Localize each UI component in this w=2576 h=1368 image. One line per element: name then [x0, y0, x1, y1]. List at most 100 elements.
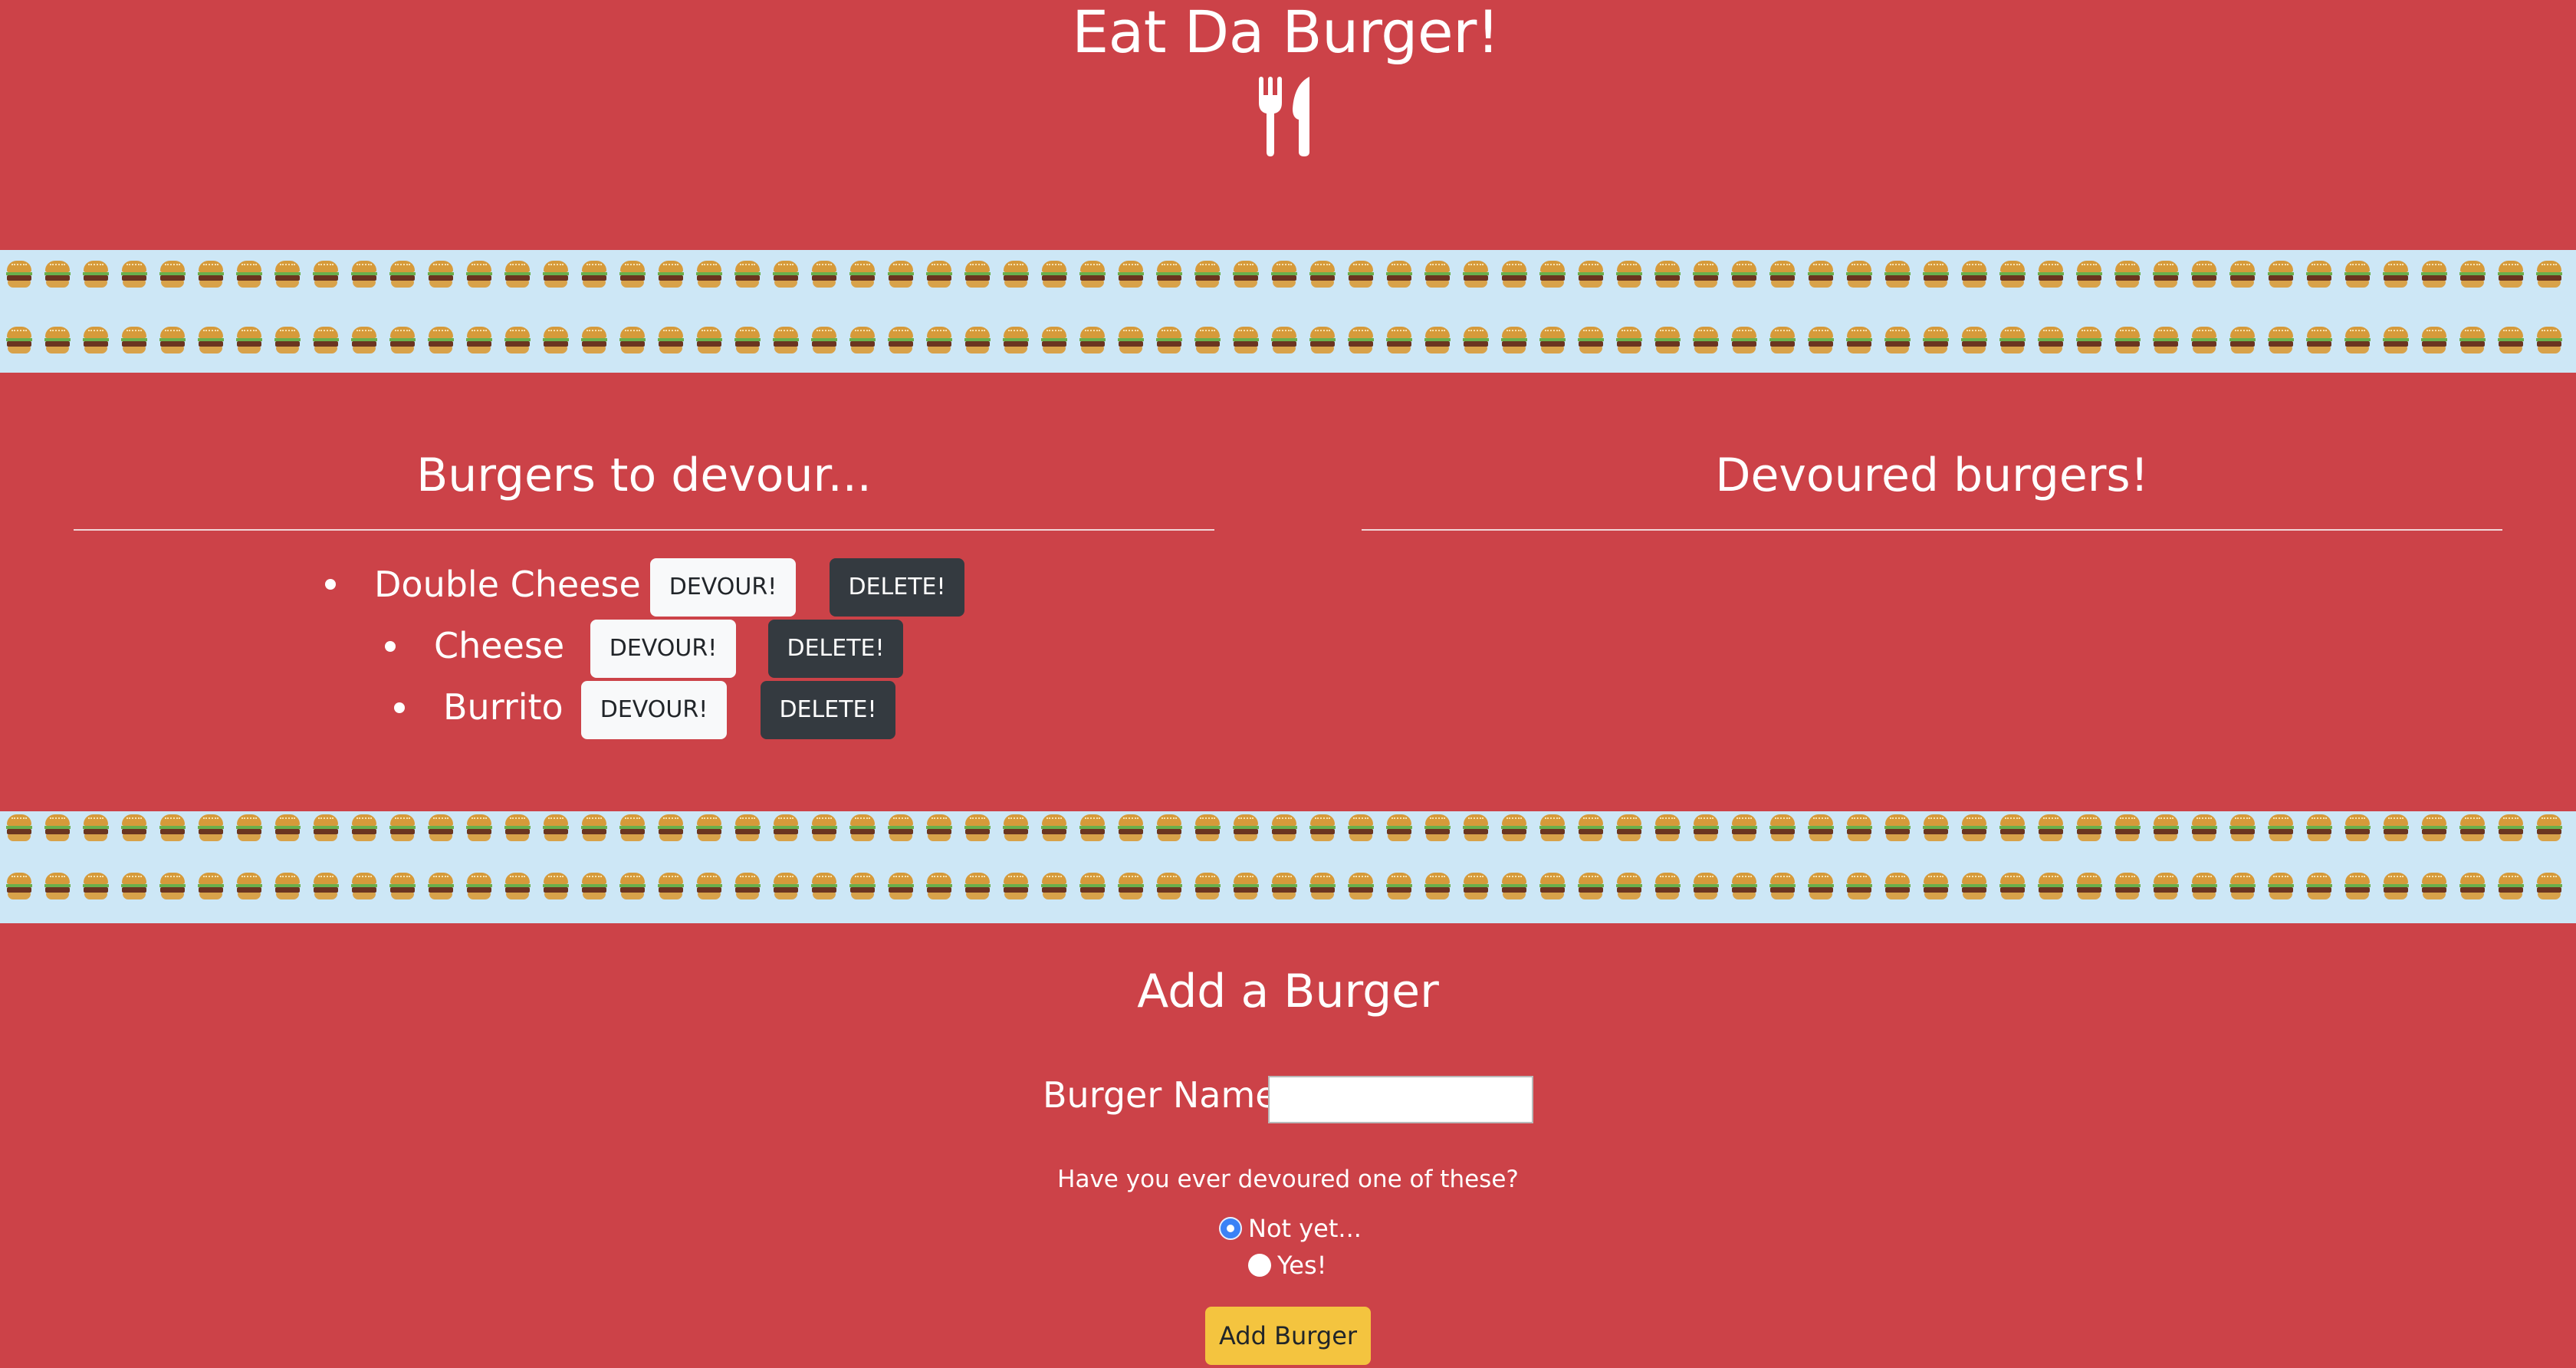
burger-emoji-icon: [1846, 873, 1872, 900]
burger-emoji-icon: [1233, 873, 1259, 900]
add-burger-button[interactable]: Add Burger: [1205, 1307, 1371, 1365]
burger-emoji-icon: [428, 814, 454, 842]
burger-emoji-icon: [1194, 814, 1221, 842]
burger-emoji-icon: [1041, 327, 1067, 354]
burger-emoji-icon: [1808, 327, 1834, 354]
burger-emoji-icon: [1233, 261, 1259, 288]
burger-emoji-icon: [2191, 327, 2217, 354]
burger-emoji-icon: [1424, 261, 1451, 288]
burger-emoji-icon: [1041, 261, 1067, 288]
burger-emoji-icon: [1118, 873, 1144, 900]
burger-emoji-icon: [926, 261, 952, 288]
delete-button[interactable]: DELETE!: [830, 558, 964, 617]
burger-emoji-icon: [2268, 261, 2294, 288]
burger-emoji-icon: [83, 873, 109, 900]
burger-emoji-icon: [773, 261, 799, 288]
delete-button[interactable]: DELETE!: [768, 620, 903, 678]
burger-emoji-icon: [1118, 261, 1144, 288]
burger-emoji-icon: [236, 873, 262, 900]
burger-emoji-icon: [2344, 261, 2371, 288]
radio-button[interactable]: [1248, 1254, 1271, 1277]
burger-emoji-icon: [121, 814, 147, 842]
burger-name-input[interactable]: [1268, 1076, 1533, 1123]
burger-emoji-icon: [2383, 814, 2409, 842]
burger-emoji-icon: [2536, 327, 2562, 354]
burger-emoji-icon: [2268, 873, 2294, 900]
burger-emoji-icon: [696, 873, 722, 900]
burger-row: [0, 811, 2576, 845]
burger-emoji-icon: [1654, 814, 1681, 842]
burger-emoji-icon: [1923, 327, 1949, 354]
burger-emoji-icon: [198, 814, 224, 842]
burger-emoji-icon: [658, 261, 684, 288]
burger-emoji-icon: [198, 261, 224, 288]
burger-emoji-icon: [2344, 327, 2371, 354]
burger-emoji-icon: [1386, 873, 1412, 900]
burger-emoji-icon: [1463, 261, 1489, 288]
site-title: Eat Da Burger!: [1072, 0, 1500, 66]
burger-emoji-icon: [2038, 327, 2064, 354]
devour-button[interactable]: DEVOUR!: [581, 681, 727, 739]
burger-emoji-icon: [6, 261, 32, 288]
delete-button[interactable]: DELETE!: [761, 681, 895, 739]
burger-emoji-icon: [888, 814, 914, 842]
burger-emoji-icon: [1923, 873, 1949, 900]
burger-emoji-icon: [313, 261, 339, 288]
burger-emoji-icon: [1616, 327, 1642, 354]
burger-emoji-icon: [1999, 873, 2026, 900]
burger-emoji-icon: [1808, 873, 1834, 900]
burger-emoji-icon: [1539, 873, 1566, 900]
burger-emoji-icon: [1233, 814, 1259, 842]
burger-emoji-icon: [6, 327, 32, 354]
burger-emoji-icon: [2536, 814, 2562, 842]
burger-emoji-icon: [389, 327, 416, 354]
burger-emoji-icon: [1578, 873, 1604, 900]
radio-button-checked[interactable]: [1219, 1217, 1242, 1240]
burger-emoji-icon: [1884, 873, 1911, 900]
burger-emoji-icon: [1271, 261, 1297, 288]
burger-emoji-icon: [964, 261, 991, 288]
burger-emoji-icon: [2421, 261, 2447, 288]
burger-emoji-icon: [2191, 873, 2217, 900]
burger-emoji-icon: [581, 261, 607, 288]
burger-emoji-icon: [849, 814, 876, 842]
burger-emoji-icon: [2306, 261, 2332, 288]
burger-emoji-icon: [773, 327, 799, 354]
burger-emoji-icon: [1999, 814, 2026, 842]
burger-emoji-icon: [888, 873, 914, 900]
burger-emoji-icon: [2114, 261, 2141, 288]
burger-emoji-icon: [1424, 814, 1451, 842]
burger-emoji-icon: [1194, 261, 1221, 288]
devour-button[interactable]: DEVOUR!: [650, 558, 796, 617]
burger-emoji-icon: [1578, 327, 1604, 354]
burger-emoji-icon: [1348, 873, 1374, 900]
burger-emoji-icon: [2191, 261, 2217, 288]
burger-emoji-icon: [811, 327, 837, 354]
burger-emoji-icon: [1616, 261, 1642, 288]
burger-emoji-icon: [1539, 814, 1566, 842]
burger-name: Cheese: [434, 625, 565, 666]
burger-emoji-icon: [1501, 814, 1527, 842]
burger-emoji-icon: [1846, 327, 1872, 354]
devour-button[interactable]: DEVOUR!: [590, 620, 736, 678]
burger-emoji-icon: [1578, 261, 1604, 288]
burger-emoji-icon: [1003, 814, 1029, 842]
burger-emoji-icon: [581, 873, 607, 900]
burger-emoji-icon: [2459, 814, 2486, 842]
bullet: [325, 579, 336, 590]
burger-emoji-icon: [619, 814, 646, 842]
burger-emoji-icon: [198, 873, 224, 900]
burger-emoji-icon: [1348, 261, 1374, 288]
burger-emoji-icon: [849, 261, 876, 288]
burger-emoji-icon: [1079, 873, 1106, 900]
burger-emoji-icon: [1271, 873, 1297, 900]
burger-emoji-icon: [2229, 327, 2256, 354]
burger-emoji-icon: [274, 873, 301, 900]
burger-emoji-icon: [1693, 261, 1719, 288]
burger-emoji-icon: [811, 261, 837, 288]
burger-emoji-icon: [1041, 873, 1067, 900]
burger-emoji-icon: [1884, 814, 1911, 842]
burger-emoji-icon: [313, 873, 339, 900]
burger-emoji-icon: [44, 873, 71, 900]
burger-emoji-icon: [313, 327, 339, 354]
